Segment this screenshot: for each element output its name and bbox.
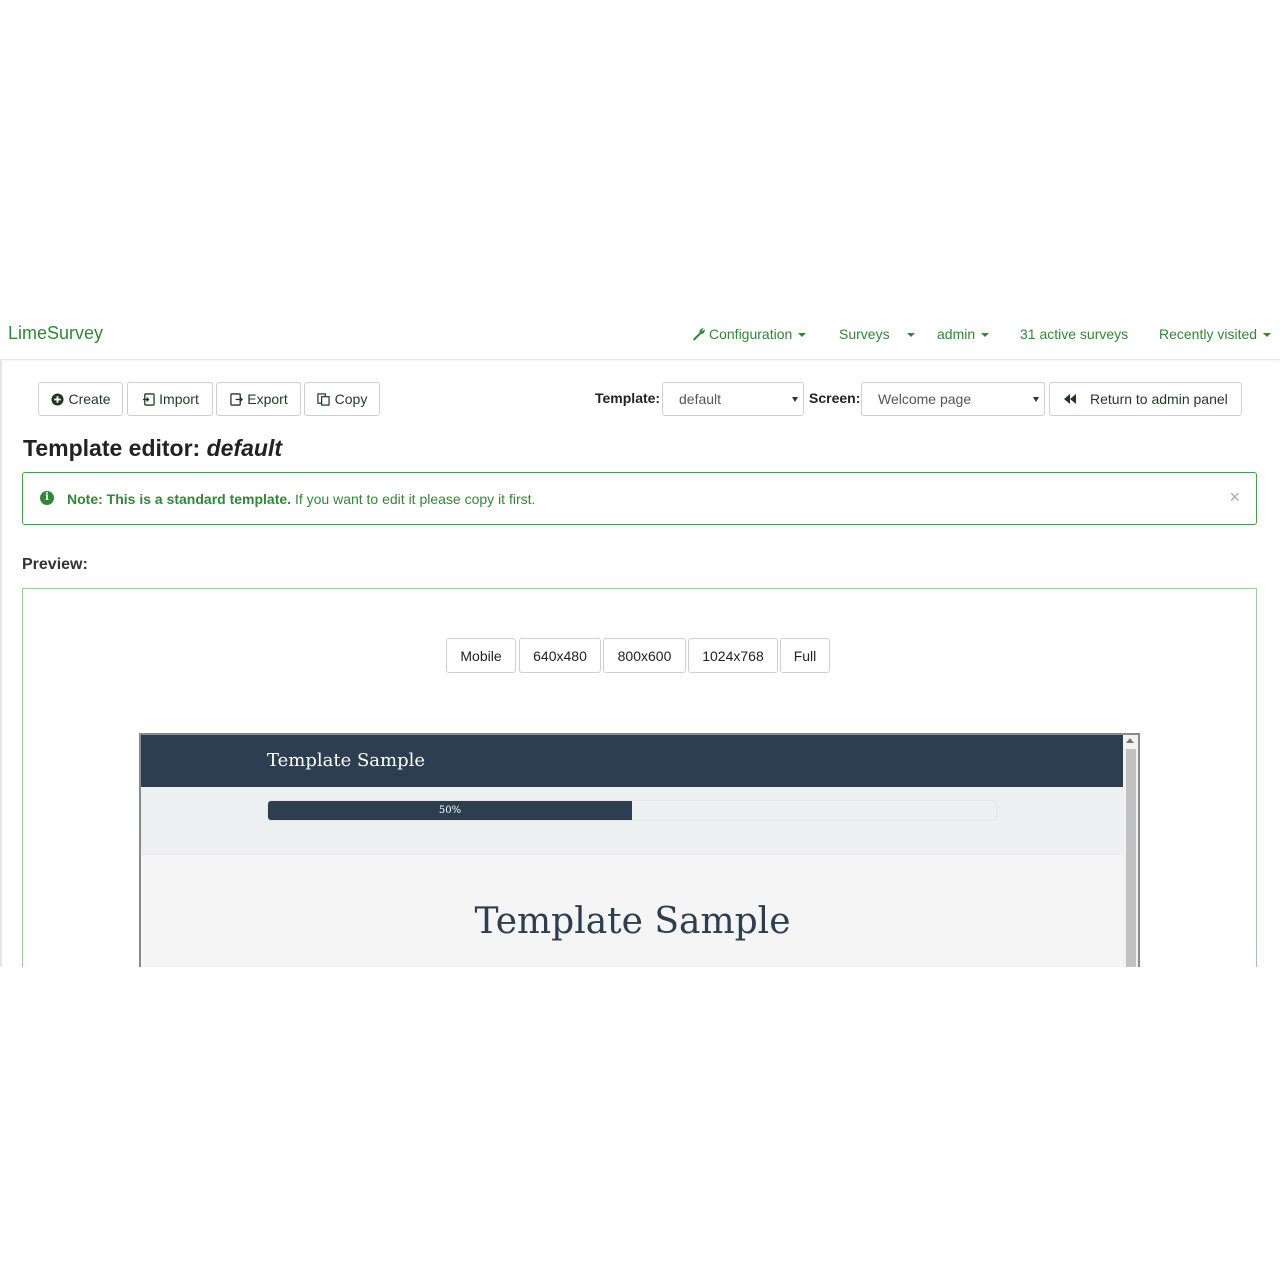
alert-strong-text: Note: This is a standard template. <box>67 491 292 507</box>
preview-iframe[interactable]: Template Sample 50% Template Sample <box>139 733 1140 967</box>
return-to-admin-button[interactable]: Return to admin panel <box>1049 382 1242 416</box>
nav-surveys-dropdown-toggle[interactable] <box>901 326 915 342</box>
preview-scrollbar[interactable] <box>1123 735 1138 967</box>
chevron-down-icon <box>798 333 807 338</box>
create-button-label: Create <box>68 391 111 407</box>
sample-header-title: Template Sample <box>267 750 426 771</box>
alert-message: Note: This is a standard template. If yo… <box>67 491 535 507</box>
alert-body-text: If you want to edit it please copy it fi… <box>291 491 536 507</box>
export-button[interactable]: Export <box>216 382 301 416</box>
screen-label: Screen: <box>809 390 861 406</box>
size-640x480-button[interactable]: 640x480 <box>519 638 601 673</box>
screen-select-value: Welcome page <box>878 391 972 407</box>
chevron-down-icon <box>981 333 990 338</box>
template-select[interactable]: default <box>662 382 804 416</box>
export-button-label: Export <box>247 391 288 407</box>
nav-admin-label: admin <box>937 326 976 342</box>
scrollbar-thumb[interactable] <box>1126 749 1136 967</box>
preview-panel: Mobile 640x480 800x600 1024x768 Full Tem… <box>22 588 1257 967</box>
scroll-up-arrow-icon[interactable] <box>1126 738 1134 743</box>
preview-label: Preview: <box>22 556 88 573</box>
nav-configuration[interactable]: Configuration <box>692 326 807 342</box>
size-mobile-button[interactable]: Mobile <box>446 638 516 673</box>
return-to-admin-label: Return to admin panel <box>1090 391 1228 407</box>
plus-circle-icon <box>50 392 64 406</box>
chevron-down-icon <box>907 333 915 338</box>
copy-button-label: Copy <box>334 391 368 407</box>
fast-backward-icon <box>1063 392 1077 406</box>
wrench-icon <box>693 328 705 341</box>
copy-icon <box>317 392 331 406</box>
nav-surveys[interactable]: Surveys <box>839 326 890 342</box>
info-icon: i <box>40 491 54 505</box>
size-full-button[interactable]: Full <box>780 638 830 673</box>
page-title-prefix: Template editor: <box>23 435 207 461</box>
nav-admin[interactable]: admin <box>937 326 990 342</box>
nav-configuration-label: Configuration <box>709 326 793 342</box>
sidebar-edge <box>0 360 2 967</box>
top-navbar: LimeSurvey Configuration Surveys admin 3… <box>0 313 1280 360</box>
sample-body-title: Template Sample <box>474 901 791 942</box>
sample-progress-fill: 50% <box>268 801 632 820</box>
import-icon <box>141 392 155 406</box>
dropdown-arrow-icon <box>792 397 798 402</box>
copy-button[interactable]: Copy <box>304 382 380 416</box>
screen-select[interactable]: Welcome page <box>861 382 1045 416</box>
size-800x600-button[interactable]: 800x600 <box>603 638 686 673</box>
page-title-template-name: default <box>206 435 282 461</box>
brand-logo[interactable]: LimeSurvey <box>8 323 103 344</box>
import-button-label: Import <box>159 391 199 407</box>
chevron-down-icon <box>1263 333 1272 338</box>
create-button[interactable]: Create <box>38 382 123 416</box>
template-select-value: default <box>679 391 722 407</box>
nav-active-surveys[interactable]: 31 active surveys <box>1020 326 1128 342</box>
page-title: Template editor: default <box>23 435 282 462</box>
dropdown-arrow-icon <box>1033 397 1039 402</box>
import-button[interactable]: Import <box>127 382 213 416</box>
size-1024x768-button[interactable]: 1024x768 <box>688 638 778 673</box>
template-label: Template: <box>595 390 661 406</box>
sample-progress-area: 50% <box>141 787 1124 855</box>
sample-header: Template Sample <box>141 735 1124 787</box>
standard-template-alert: i Note: This is a standard template. If … <box>22 472 1257 525</box>
sample-progress-bar: 50% <box>267 800 997 821</box>
export-icon <box>229 392 243 406</box>
nav-surveys-label: Surveys <box>839 326 890 342</box>
nav-recently-visited-label: Recently visited <box>1159 326 1258 342</box>
nav-recently-visited[interactable]: Recently visited <box>1159 326 1272 342</box>
close-icon[interactable]: × <box>1229 487 1240 508</box>
app-window: LimeSurvey Configuration Surveys admin 3… <box>0 313 1280 967</box>
